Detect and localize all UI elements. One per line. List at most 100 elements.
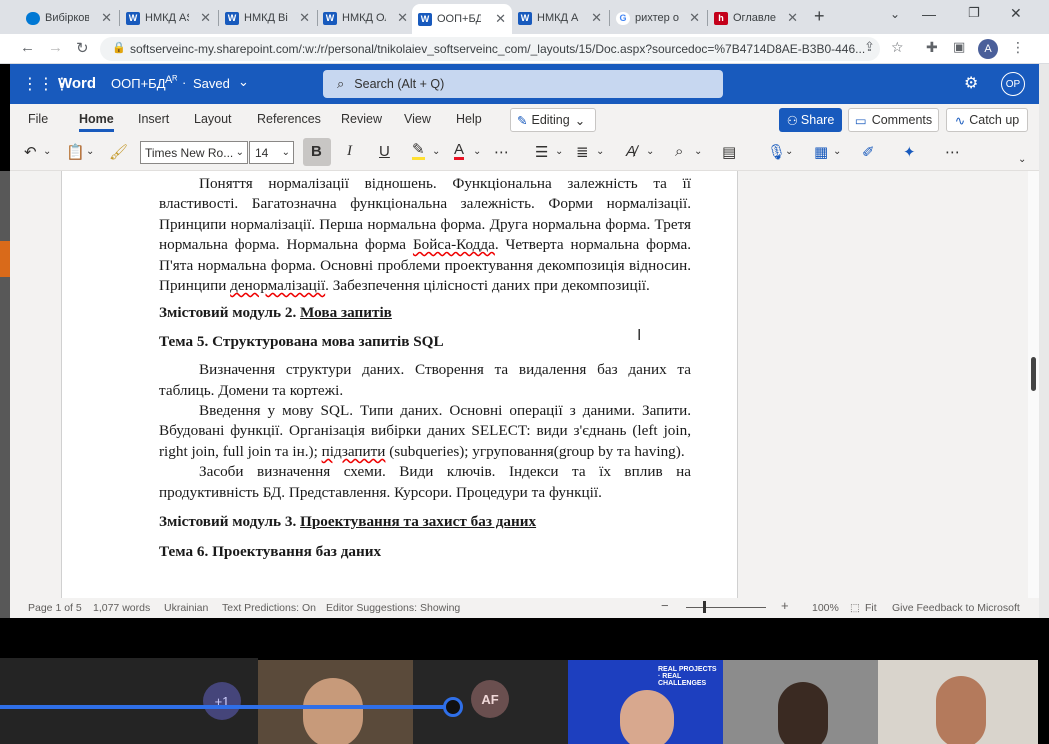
find-icon[interactable]: ⌕ xyxy=(675,143,683,160)
word-count[interactable]: 1,077 words xyxy=(93,602,150,614)
section-heading[interactable]: Змістовий модуль 2. Мова запитів xyxy=(159,303,691,323)
zoom-slider-thumb[interactable] xyxy=(703,601,706,613)
paste-icon[interactable]: 📋 xyxy=(66,143,85,161)
browser-tab[interactable]: h Оглавле ✕ xyxy=(708,6,804,30)
document-body[interactable]: Поняття нормалізації відношень. Функціон… xyxy=(159,174,691,562)
tab-home[interactable]: Home xyxy=(79,112,114,132)
close-icon[interactable]: ✕ xyxy=(591,10,602,26)
document-page[interactable]: Поняття нормалізації відношень. Функціон… xyxy=(61,171,738,598)
close-icon[interactable]: ✕ xyxy=(689,10,700,26)
bookmark-star-icon[interactable]: ☆ xyxy=(891,39,904,56)
zoom-in-icon[interactable]: + xyxy=(781,598,789,613)
seek-handle[interactable] xyxy=(443,697,463,717)
browser-tab[interactable]: Вибірков ✕ xyxy=(20,6,118,30)
close-icon[interactable]: ✕ xyxy=(787,10,798,26)
topic-heading[interactable]: Тема 5. Структурована мова запитів SQL xyxy=(159,332,691,352)
more-options-icon[interactable]: ⋯ xyxy=(945,143,960,161)
paragraph[interactable]: Поняття нормалізації відношень. Функціон… xyxy=(159,174,691,296)
feedback-link[interactable]: Give Feedback to Microsoft xyxy=(892,602,1020,614)
menu-icon[interactable]: ⋮ xyxy=(1011,39,1025,56)
more-participants-badge[interactable]: +1 xyxy=(203,682,241,720)
search-box[interactable]: ⌕ Search (Alt + Q) xyxy=(323,70,723,98)
tab-review[interactable]: Review xyxy=(341,112,382,126)
copilot-wand-icon[interactable]: ✦ xyxy=(903,143,916,161)
share-button[interactable]: ⚇ Share xyxy=(779,108,842,132)
tab-help[interactable]: Help xyxy=(456,112,482,126)
italic-icon[interactable]: I xyxy=(347,143,352,160)
font-color-icon[interactable]: A xyxy=(454,142,465,160)
tab-search-icon[interactable]: ⌄ xyxy=(890,7,900,21)
paragraph[interactable]: Засоби визначення схеми. Види ключів. Ін… xyxy=(159,462,691,503)
catch-up-button[interactable]: ∿ Catch up xyxy=(946,108,1028,132)
align-icon[interactable]: ≣ xyxy=(576,143,589,161)
participant-tile[interactable]: AF xyxy=(413,660,568,744)
close-window-icon[interactable]: ✕ xyxy=(1010,5,1022,22)
chevron-down-icon[interactable]: ⌄ xyxy=(646,146,654,157)
close-icon[interactable]: ✕ xyxy=(101,10,112,26)
url-field[interactable]: 🔒 softserveinc-my.sharepoint.com/:w:/r/p… xyxy=(100,37,880,61)
chevron-down-icon[interactable]: ⌄ xyxy=(86,146,94,157)
close-icon[interactable]: ✕ xyxy=(495,11,506,27)
close-icon[interactable]: ✕ xyxy=(200,10,211,26)
extensions-icon[interactable]: ✚ xyxy=(926,39,938,56)
scrollbar-thumb[interactable] xyxy=(1031,357,1036,391)
format-painter-icon[interactable]: 🖌 xyxy=(109,143,128,161)
share-page-icon[interactable]: ⇪ xyxy=(864,39,875,55)
editing-mode-button[interactable]: ✎ Editing ⌄ xyxy=(510,108,596,132)
vertical-scrollbar[interactable] xyxy=(1028,171,1039,598)
language[interactable]: Ukrainian xyxy=(164,602,208,614)
participant-video[interactable] xyxy=(878,660,1038,744)
tab-insert[interactable]: Insert xyxy=(138,112,169,126)
participant-video[interactable]: REAL PROJECTS · REAL CHALLENGES xyxy=(568,660,723,744)
fit-icon[interactable]: ⬚ xyxy=(850,602,860,614)
topic-heading[interactable]: Тема 6. Проектування баз даних xyxy=(159,542,691,562)
fit-button[interactable]: Fit xyxy=(865,602,877,614)
browser-tab[interactable]: G рихтер о ✕ xyxy=(610,6,706,30)
settings-icon[interactable]: ⚙ xyxy=(964,73,978,93)
back-icon[interactable]: ← xyxy=(20,39,35,56)
tab-file[interactable]: File xyxy=(28,112,48,126)
font-size-select[interactable]: 14 ⌄ xyxy=(249,141,294,164)
bullets-icon[interactable]: ☰ xyxy=(535,143,548,161)
participant-video[interactable] xyxy=(258,660,413,744)
chevron-down-icon[interactable]: ⌄ xyxy=(432,146,440,157)
underline-icon[interactable]: U xyxy=(379,143,390,160)
close-icon[interactable]: ✕ xyxy=(299,10,310,26)
chevron-down-icon[interactable]: ⌄ xyxy=(238,74,249,90)
zoom-slider[interactable] xyxy=(686,607,766,608)
chevron-down-icon[interactable]: ⌄ xyxy=(833,146,841,157)
doc-title[interactable]: ООП+БД xyxy=(111,76,166,91)
immersive-reader-icon[interactable]: ▤ xyxy=(722,143,736,161)
styles-icon[interactable]: A̸ xyxy=(626,143,636,160)
collapse-ribbon-icon[interactable]: ⌄ xyxy=(1018,154,1026,165)
editor-suggestions[interactable]: Editor Suggestions: Showing xyxy=(326,602,460,614)
tab-references[interactable]: References xyxy=(257,112,321,126)
chevron-down-icon[interactable]: ⌄ xyxy=(555,146,563,157)
browser-tab[interactable]: W НМКД Ол ✕ xyxy=(317,6,414,30)
app-name[interactable]: Word xyxy=(58,75,96,92)
chevron-down-icon[interactable]: ⌄ xyxy=(596,146,604,157)
tab-layout[interactable]: Layout xyxy=(194,112,232,126)
font-name-select[interactable]: Times New Ro... ⌄ xyxy=(140,141,248,164)
section-heading[interactable]: Змістовий модуль 3. Проектування та захи… xyxy=(159,512,691,532)
highlight-icon[interactable]: ✎ xyxy=(412,142,425,160)
sidepanel-icon[interactable]: ▣ xyxy=(953,39,965,55)
browser-tab[interactable]: W НМКД А ✕ xyxy=(512,6,608,30)
participant-video[interactable] xyxy=(723,660,878,744)
paragraph[interactable]: Введення у мову SQL. Типи даних. Основні… xyxy=(159,401,691,462)
chevron-down-icon[interactable]: ⌄ xyxy=(43,146,51,157)
browser-tab[interactable]: W НМКД Ві ✕ xyxy=(219,6,316,30)
chevron-down-icon[interactable]: ⌄ xyxy=(473,146,481,157)
zoom-out-icon[interactable]: − xyxy=(661,598,669,613)
new-tab-icon[interactable]: + xyxy=(814,6,825,27)
user-avatar[interactable]: OP xyxy=(1001,72,1025,96)
comments-button[interactable]: ▭ Comments xyxy=(848,108,939,132)
editor-icon[interactable]: ✐ xyxy=(862,143,875,161)
reload-icon[interactable]: ↻ xyxy=(76,39,89,57)
zoom-level[interactable]: 100% xyxy=(812,602,839,614)
close-icon[interactable]: ✕ xyxy=(397,10,408,26)
chevron-down-icon[interactable]: ⌄ xyxy=(785,146,793,157)
restore-icon[interactable]: ❐ xyxy=(968,5,980,21)
minimize-icon[interactable]: — xyxy=(922,6,936,22)
bold-icon[interactable]: B xyxy=(311,143,322,160)
